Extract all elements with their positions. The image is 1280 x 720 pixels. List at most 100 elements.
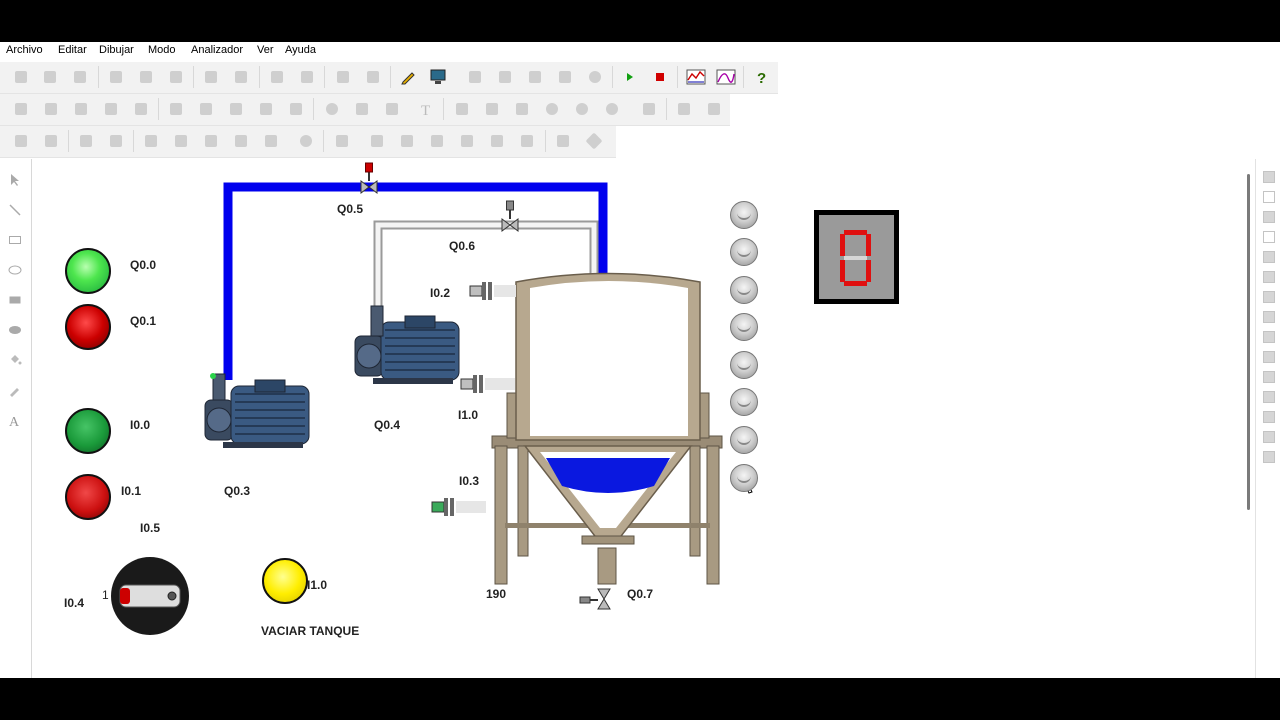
link-icon[interactable]	[586, 68, 604, 86]
fan3-tool-icon[interactable]	[603, 100, 621, 118]
palette-item[interactable]	[1263, 311, 1275, 323]
undo-icon[interactable]	[202, 68, 220, 86]
copy-icon[interactable]	[137, 68, 155, 86]
menu-ver[interactable]: Ver	[257, 44, 274, 56]
palette-item[interactable]	[1263, 191, 1275, 203]
menu-editar[interactable]: Editar	[58, 44, 87, 56]
pipe-tool-icon[interactable]	[167, 100, 185, 118]
tool-a-icon[interactable]	[466, 68, 484, 86]
bar5-tool-icon[interactable]	[518, 132, 536, 150]
tool-c-icon[interactable]	[526, 68, 544, 86]
fan2-tool-icon[interactable]	[573, 100, 591, 118]
hexagon-tool-icon[interactable]	[585, 132, 603, 150]
palette-item[interactable]	[1263, 271, 1275, 283]
rect-tool-icon[interactable]	[383, 100, 401, 118]
pencil-icon[interactable]	[399, 68, 417, 86]
palette-item[interactable]	[1263, 391, 1275, 403]
segment-tool-icon[interactable]	[428, 132, 446, 150]
rectangle-icon[interactable]	[8, 233, 22, 247]
hatch-tool-icon[interactable]	[488, 132, 506, 150]
menu-analizador[interactable]: Analizador	[191, 44, 243, 56]
valve-tool-icon[interactable]	[398, 132, 416, 150]
motor-tool-icon[interactable]	[12, 132, 30, 150]
gripper-tool-icon[interactable]	[262, 132, 280, 150]
cylinder2-tool-icon[interactable]	[172, 132, 190, 150]
fill-bucket-icon[interactable]	[8, 353, 22, 367]
tool-b-icon[interactable]	[496, 68, 514, 86]
chart-icon[interactable]	[686, 68, 706, 86]
tank-tool-icon[interactable]	[554, 132, 572, 150]
pointer-icon[interactable]	[8, 173, 22, 187]
cross-tool-icon[interactable]	[102, 100, 120, 118]
svg-text:A: A	[9, 415, 20, 427]
line-tool-icon[interactable]	[12, 100, 30, 118]
menu-ayuda[interactable]: Ayuda	[285, 44, 316, 56]
palette-item[interactable]	[1263, 231, 1275, 243]
save-icon[interactable]	[71, 68, 89, 86]
bar2-tool-icon[interactable]	[227, 100, 245, 118]
palette-item[interactable]	[1263, 411, 1275, 423]
text-icon[interactable]: A	[8, 413, 22, 430]
corner-tool-icon[interactable]	[42, 100, 60, 118]
pump-tool-icon[interactable]	[458, 132, 476, 150]
help-icon[interactable]: ?	[752, 68, 770, 87]
ladder-tool-icon[interactable]	[705, 100, 723, 118]
tool-d-icon[interactable]	[556, 68, 574, 86]
post-tool-icon[interactable]	[675, 100, 693, 118]
snap-icon[interactable]	[364, 68, 382, 86]
monitor-icon[interactable]	[429, 68, 447, 86]
paste-icon[interactable]	[167, 68, 185, 86]
column-tool-icon[interactable]	[353, 100, 371, 118]
plus-tool-icon[interactable]	[483, 100, 501, 118]
filled-rectangle-icon[interactable]	[8, 293, 22, 307]
image-tool-icon[interactable]	[513, 100, 531, 118]
redo-icon[interactable]	[232, 68, 250, 86]
bar4-tool-icon[interactable]	[287, 100, 305, 118]
roller-tool-icon[interactable]	[107, 132, 125, 150]
menu-dibujar[interactable]: Dibujar	[99, 44, 134, 56]
vertical-scrollbar[interactable]	[1247, 174, 1250, 510]
menu-archivo[interactable]: Archivo	[6, 44, 43, 56]
hopper-tool-icon[interactable]	[368, 132, 386, 150]
bar3-tool-icon[interactable]	[257, 100, 275, 118]
palette-item[interactable]	[1263, 251, 1275, 263]
frame-tool-icon[interactable]	[132, 100, 150, 118]
trend-icon[interactable]	[716, 68, 736, 86]
palette-item[interactable]	[1263, 431, 1275, 443]
fan-tool-icon[interactable]	[543, 100, 561, 118]
toolbar-separator	[313, 98, 314, 120]
palette-item[interactable]	[1263, 331, 1275, 343]
cylinder-tool-icon[interactable]	[142, 132, 160, 150]
palette-item[interactable]	[1263, 351, 1275, 363]
text-tool-icon[interactable]: T	[417, 100, 435, 119]
palette-item[interactable]	[1263, 371, 1275, 383]
belt-tool-icon[interactable]	[77, 132, 95, 150]
cut-icon[interactable]	[107, 68, 125, 86]
stop-icon[interactable]	[651, 68, 669, 86]
menu-modo[interactable]: Modo	[148, 44, 176, 56]
palette-item[interactable]	[1263, 291, 1275, 303]
line-icon[interactable]	[8, 203, 22, 217]
arc-tool-icon[interactable]	[72, 100, 90, 118]
speaker-tool-icon[interactable]	[640, 100, 658, 118]
crane-tool-icon[interactable]	[232, 132, 250, 150]
run-icon[interactable]	[621, 68, 639, 86]
table-tool-icon[interactable]	[453, 100, 471, 118]
ungroup-icon[interactable]	[298, 68, 316, 86]
gear-tool-icon[interactable]	[297, 132, 315, 150]
grid-icon[interactable]	[334, 68, 352, 86]
palette-item[interactable]	[1263, 171, 1275, 183]
circle-tool-icon[interactable]	[323, 100, 341, 118]
robot-tool-icon[interactable]	[202, 132, 220, 150]
new-file-icon[interactable]	[12, 68, 30, 86]
box-tool-icon[interactable]	[42, 132, 60, 150]
group-icon[interactable]	[268, 68, 286, 86]
ellipse-icon[interactable]	[8, 263, 22, 277]
bar-tool-icon[interactable]	[197, 100, 215, 118]
eyedropper-icon[interactable]	[8, 383, 22, 397]
filled-ellipse-icon[interactable]	[8, 323, 22, 337]
open-folder-icon[interactable]	[41, 68, 59, 86]
screen-tool-icon[interactable]	[333, 132, 351, 150]
palette-item[interactable]	[1263, 211, 1275, 223]
palette-item[interactable]	[1263, 451, 1275, 463]
